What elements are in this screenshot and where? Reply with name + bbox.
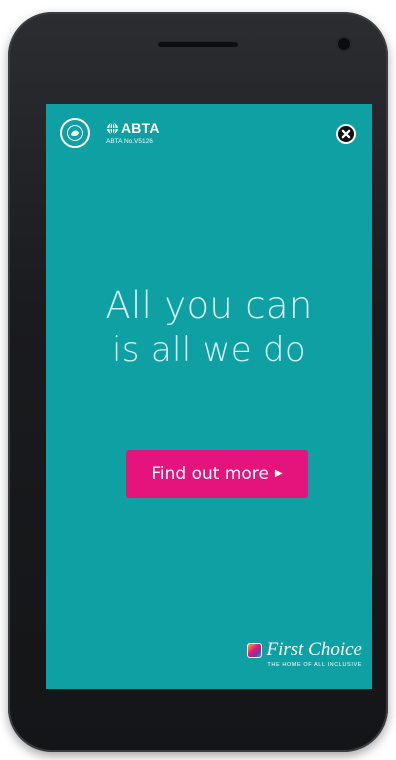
find-out-more-label: Find out more — [151, 464, 269, 484]
abta-brand-text: ABTA — [121, 120, 160, 136]
abta-globe-icon — [107, 122, 118, 134]
abta-number: ABTA No.V5126 — [106, 138, 153, 145]
brand-name: First Choice — [266, 639, 362, 660]
phone-camera — [338, 38, 350, 50]
close-x-icon — [338, 126, 354, 142]
phone-device: ABTA ABTA No.V5126 All you can is all we… — [8, 12, 388, 752]
triangle-right-icon: ▶ — [274, 468, 283, 479]
find-out-more-button[interactable]: Find out more ▶ — [126, 450, 308, 498]
first-choice-flag-icon — [247, 642, 263, 658]
first-choice-logo: First Choice THE HOME OF ALL INCLUSIVE — [212, 640, 362, 668]
abta-badge: ABTA ABTA No.V5126 — [106, 120, 160, 146]
brand-tagline: THE HOME OF ALL INCLUSIVE — [267, 662, 362, 668]
ad-screen: ABTA ABTA No.V5126 All you can is all we… — [46, 104, 372, 689]
abta-brand: ABTA — [106, 120, 160, 136]
headline: All you can is all we do — [46, 284, 372, 372]
headline-line-1: All you can — [105, 284, 313, 327]
certification-seal-icon — [60, 118, 90, 148]
headline-line-2: is all we do — [111, 330, 307, 370]
phone-speaker — [158, 42, 238, 47]
close-button[interactable] — [336, 124, 356, 144]
